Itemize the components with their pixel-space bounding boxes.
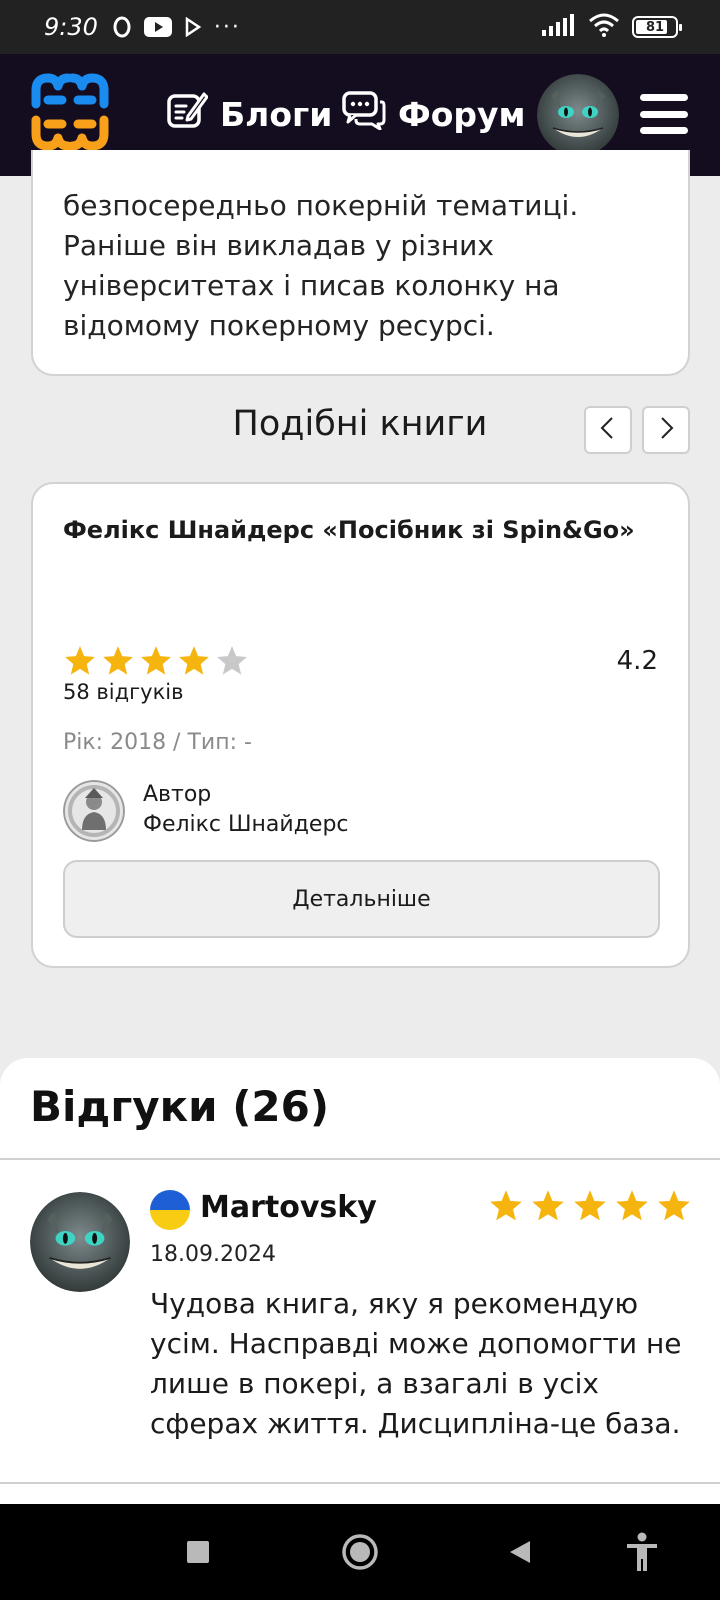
home-button[interactable] <box>340 1532 380 1572</box>
similar-book-card: Фелікс Шнайдерс «Посібник зі Spin&Go» 4.… <box>31 482 690 968</box>
star-filled-icon <box>572 1188 608 1224</box>
star-filled-icon <box>656 1188 692 1224</box>
menu-icon[interactable] <box>640 94 688 134</box>
status-bar: 9:30 ··· 81 <box>0 0 720 54</box>
review-text-line: лише в покері, а взагалі в усіх <box>150 1367 599 1400</box>
avatar[interactable] <box>537 74 619 156</box>
chevron-left-icon <box>598 416 618 444</box>
book-rating-stars <box>63 644 249 678</box>
book-review-count: 58 відгуків <box>63 680 184 704</box>
carousel-prev-button[interactable] <box>584 406 632 454</box>
menu-bar <box>640 94 688 101</box>
menu-bar <box>640 110 688 118</box>
logo-icon[interactable] <box>28 70 112 154</box>
blog-icon <box>166 90 209 138</box>
notification-circle-icon <box>112 16 132 38</box>
star-empty-icon <box>215 644 249 678</box>
divider <box>0 1482 720 1484</box>
play-store-icon <box>184 17 202 37</box>
divider <box>0 1158 720 1160</box>
signal-icon <box>542 14 576 40</box>
nav-forum-label: Форум <box>398 94 526 134</box>
wifi-icon <box>588 13 620 41</box>
reviews-heading: Відгуки (26) <box>30 1082 330 1131</box>
reviewer-avatar[interactable] <box>30 1192 130 1292</box>
menu-bar <box>640 127 688 134</box>
star-filled-icon <box>488 1188 524 1224</box>
star-filled-icon <box>63 644 97 678</box>
author-bio-line: відомому покерному ресурсі. <box>63 309 495 342</box>
star-filled-icon <box>101 644 135 678</box>
accessibility-icon[interactable] <box>622 1532 662 1572</box>
author-bio-card: безпосередньо покерній тематиці. Раніше в… <box>31 150 690 376</box>
author-name[interactable]: Фелікс Шнайдерс <box>143 812 349 837</box>
author-avatar <box>63 780 125 842</box>
nav-forum-link[interactable]: Форум <box>342 90 526 138</box>
recents-button[interactable] <box>178 1532 218 1572</box>
star-filled-icon <box>530 1188 566 1224</box>
forum-icon <box>342 90 386 138</box>
book-rating-value: 4.2 <box>616 646 658 676</box>
review-date: 18.09.2024 <box>150 1242 276 1267</box>
review-rating-stars <box>488 1188 692 1224</box>
author-label: Автор <box>143 782 212 807</box>
chevron-right-icon <box>656 416 676 444</box>
back-button[interactable] <box>500 1532 540 1572</box>
reviews-section: Відгуки (26) Martovsky 18.09.2024 Чудова… <box>0 1058 720 1504</box>
review-text-line: Чудова книга, яку я рекомендую <box>150 1287 639 1320</box>
author-bio-line: безпосередньо покерній тематиці. <box>63 189 579 222</box>
review-text-line: сферах життя. Дисципліна-це база. <box>150 1407 681 1440</box>
author-bio-text: безпосередньо покерній тематиці. Раніше в… <box>63 186 658 346</box>
star-filled-icon <box>177 644 211 678</box>
book-meta: Рік: 2018 / Тип: - <box>63 730 252 755</box>
status-right: 81 <box>542 0 682 54</box>
battery-level: 81 <box>645 19 665 35</box>
star-filled-icon <box>614 1188 650 1224</box>
details-button[interactable]: Детальніше <box>63 860 660 938</box>
reviewer-name[interactable]: Martovsky <box>200 1190 377 1225</box>
youtube-icon <box>143 17 172 37</box>
ukraine-flag-icon <box>150 1190 190 1230</box>
carousel-next-button[interactable] <box>642 406 690 454</box>
nav-blogs-label: Блоги <box>220 94 333 134</box>
author-bio-line: Раніше він викладав у різних <box>63 229 494 262</box>
system-navigation-bar <box>0 1504 720 1600</box>
more-notifications-icon: ··· <box>213 14 241 40</box>
review-text-line: усім. Насправді може допомогти не <box>150 1327 682 1360</box>
author-bio-line: університетах і писав колонку на <box>63 269 560 302</box>
star-filled-icon <box>139 644 173 678</box>
nav-blogs-link[interactable]: Блоги <box>166 90 332 138</box>
book-title[interactable]: Фелікс Шнайдерс «Посібник зі Spin&Go» <box>63 516 635 544</box>
status-time: 9:30 <box>44 13 98 41</box>
review-text: Чудова книга, яку я рекомендую усім. Насп… <box>150 1284 710 1444</box>
battery-icon: 81 <box>632 16 682 38</box>
